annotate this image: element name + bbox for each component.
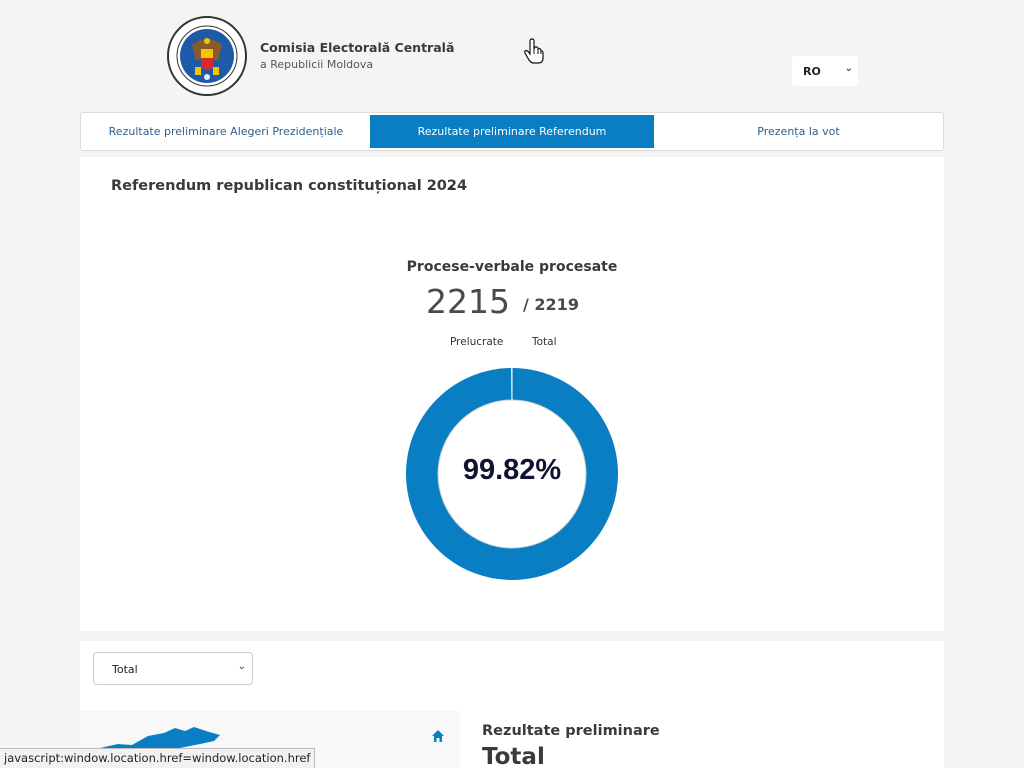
pv-processed-count: 2215 [426, 282, 510, 321]
chevron-down-icon: ⌄ [237, 661, 246, 672]
page-header: Comisia Electorală Centrală a Republicii… [0, 0, 1024, 110]
caret-up-icon[interactable] [447, 185, 455, 190]
region-select[interactable]: Total ⌄ [93, 652, 253, 685]
tab-prezidentiale[interactable]: Rezultate preliminare Alegeri Prezidenți… [83, 115, 369, 148]
org-name: Comisia Electorală Centrală [260, 40, 455, 55]
status-bar-url: javascript:window.location.href=window.l… [0, 748, 316, 768]
hand-cursor-icon [524, 38, 544, 64]
referendum-title[interactable]: Referendum republican constituțional 202… [111, 178, 467, 194]
results-title: Rezultate preliminare [482, 723, 660, 739]
total-label: Total [532, 336, 557, 348]
tab-prezenta[interactable]: Prezența la vot [655, 115, 942, 148]
results-subtitle: Total [482, 744, 545, 768]
pv-total-count: / 2219 [523, 295, 579, 314]
region-select-value: Total [112, 663, 138, 676]
cec-logo[interactable] [166, 15, 248, 97]
language-select[interactable]: RO ⌄ [792, 56, 858, 86]
tab-referendum[interactable]: Rezultate preliminare Referendum [370, 115, 654, 148]
chevron-down-icon: ⌄ [844, 63, 853, 74]
referendum-card: Referendum republican constituțional 202… [80, 157, 944, 631]
progress-percent: 99.82% [462, 454, 562, 486]
language-value: RO [803, 65, 821, 78]
pv-title: Procese-verbale procesate [406, 259, 618, 275]
org-subtitle: a Republicii Moldova [260, 58, 374, 71]
results-tabs: Rezultate preliminare Alegeri Prezidenți… [80, 112, 944, 151]
processed-label: Prelucrate [450, 336, 504, 348]
home-icon[interactable] [431, 729, 445, 743]
